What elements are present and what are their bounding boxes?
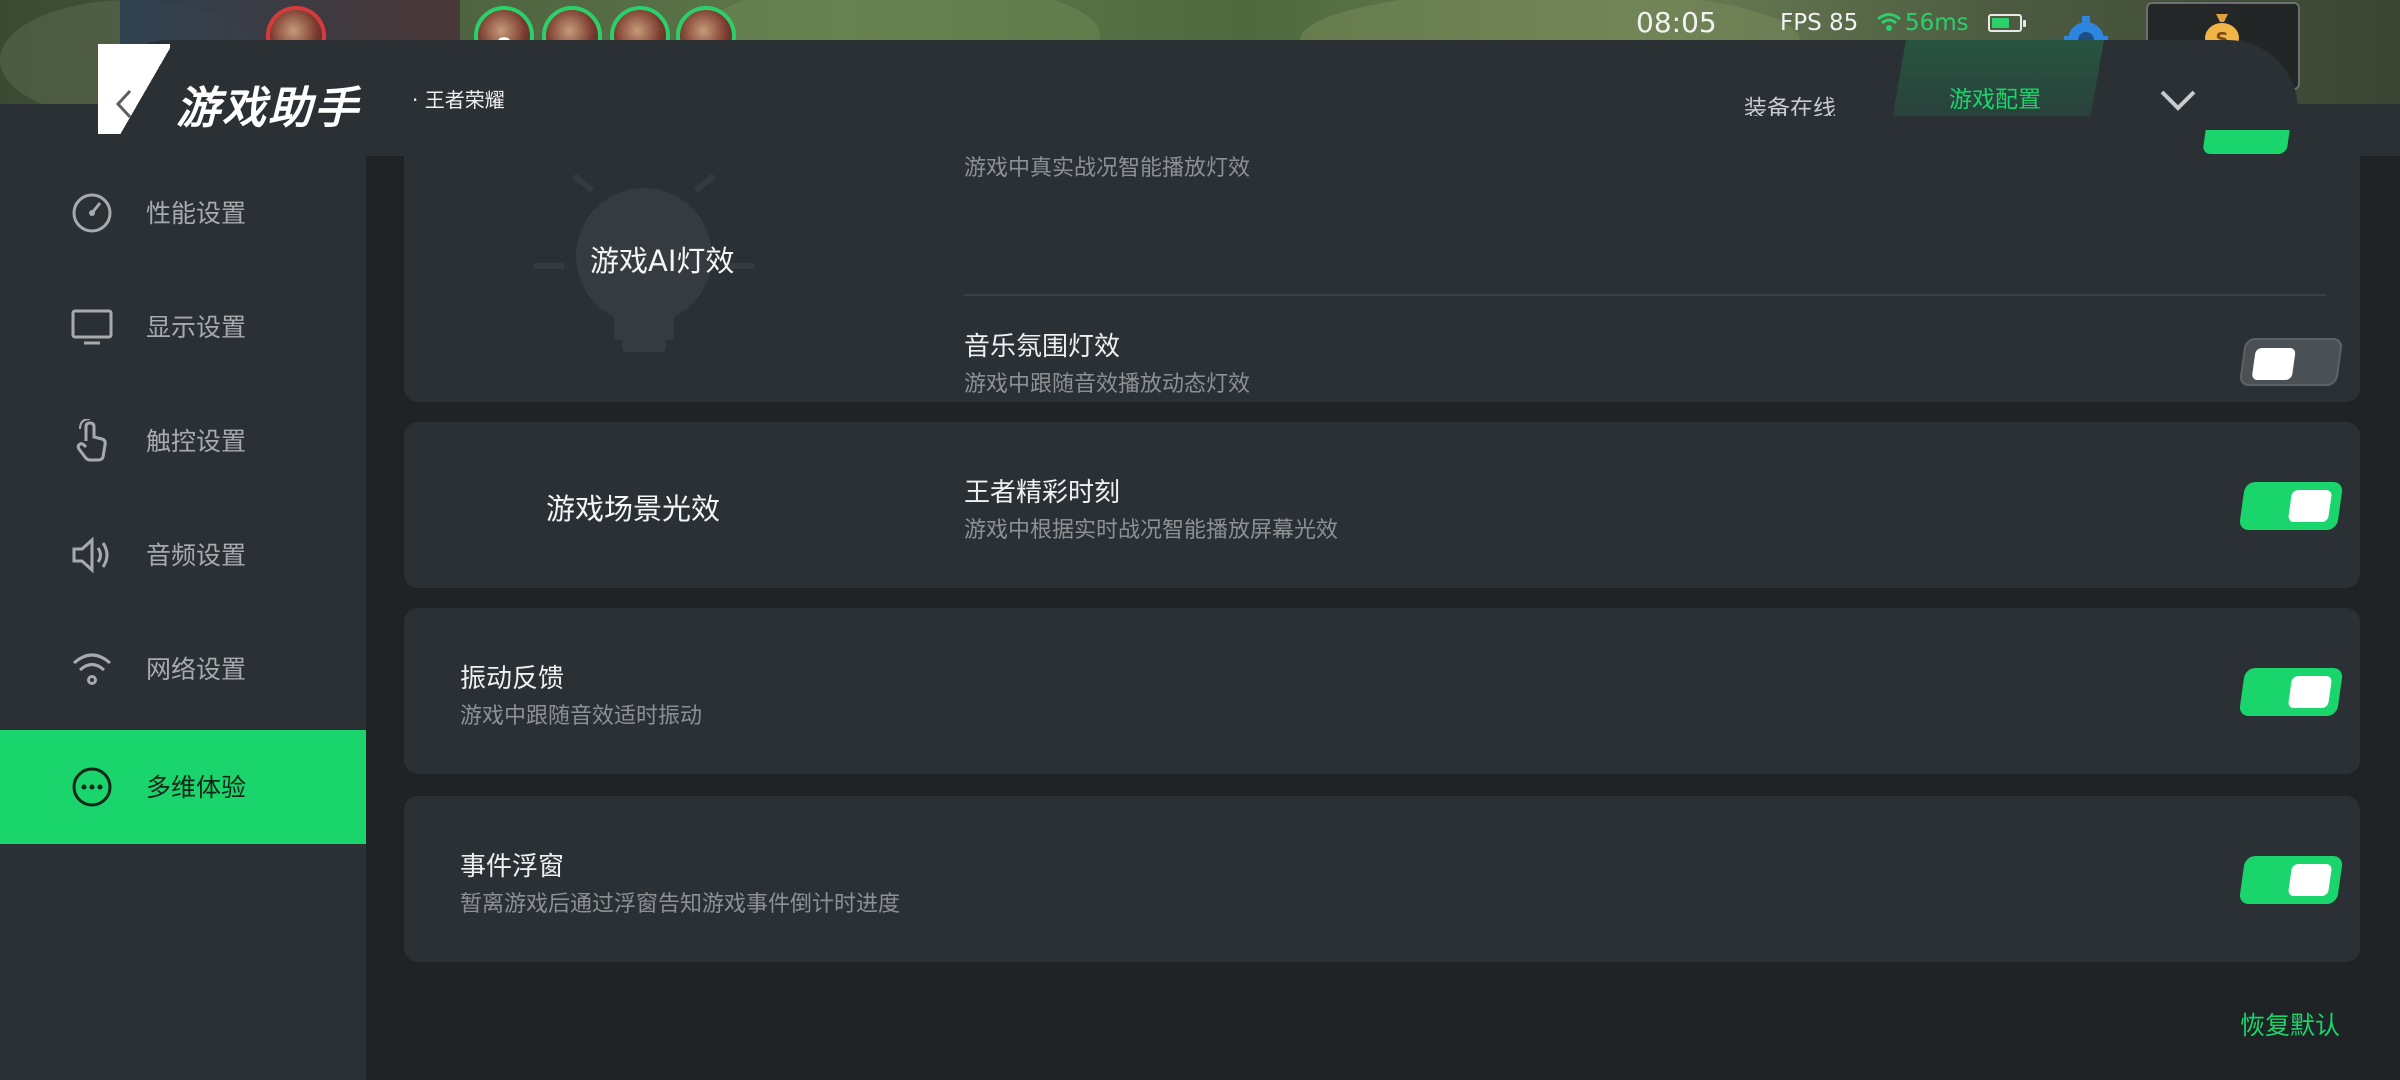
wifi-icon (73, 653, 111, 685)
highlight-moment-toggle[interactable] (2238, 482, 2344, 530)
card-vibration: 振动反馈 游戏中跟随音效适时振动 (404, 608, 2360, 774)
option-description: 游戏中跟随音效适时振动 (460, 704, 703, 729)
option-title: 事件浮窗 (460, 852, 565, 882)
speaker-icon (72, 536, 109, 574)
sidebar-item-multi-experience[interactable]: 多维体验 (0, 730, 366, 844)
option-title: 振动反馈 (460, 664, 565, 694)
settings-content: 游戏AI灯效 游戏中真实战况智能播放灯效 音乐氛围灯效 游戏中跟随音效播放动态灯… (366, 116, 2400, 1080)
restore-default-button[interactable]: 恢复默认 (2240, 1006, 2340, 1042)
sidebar-item-audio[interactable]: 音频设置 (0, 498, 366, 612)
card-event-window: 事件浮窗 暂离游戏后通过浮窗告知游戏事件倒计时进度 (404, 796, 2360, 962)
settings-sidebar: 性能设置 显示设置 触控设置 音频设置 网络设置 多维体验 (0, 156, 366, 1080)
divider (964, 294, 2326, 296)
card-title: 游戏AI灯效 (590, 244, 735, 278)
screen: 8 08:05 FPS 85 56ms S 153 游戏助手 · 王者荣耀 装备… (0, 0, 2400, 1080)
speedometer-icon (72, 193, 112, 233)
back-button[interactable] (96, 74, 152, 134)
option-description: 游戏中真实战况智能播放灯效 (964, 156, 1251, 181)
fps-readout: FPS 85 (1780, 10, 1859, 36)
card-ai-light: 游戏AI灯效 游戏中真实战况智能播放灯效 音乐氛围灯效 游戏中跟随音效播放动态灯… (404, 116, 2360, 402)
option-description: 游戏中根据实时战况智能播放屏幕光效 (964, 518, 1339, 543)
touch-icon (76, 419, 107, 462)
sidebar-item-performance[interactable]: 性能设置 (0, 156, 366, 270)
battery-icon (1988, 14, 2026, 32)
wifi-signal-icon (1877, 13, 1901, 31)
ai-light-toggle[interactable] (2202, 130, 2290, 154)
option-title: 王者精彩时刻 (964, 478, 1121, 508)
event-window-toggle[interactable] (2238, 856, 2344, 904)
card-scene-light: 游戏场景光效 王者精彩时刻 游戏中根据实时战况智能播放屏幕光效 (404, 422, 2360, 588)
sidebar-item-label: 网络设置 (146, 655, 247, 684)
chevron-down-icon (2160, 90, 2196, 111)
option-description: 暂离游戏后通过浮窗告知游戏事件倒计时进度 (460, 892, 901, 917)
option-description: 游戏中跟随音效播放动态灯效 (964, 372, 1251, 397)
ping-readout: 56ms (1905, 10, 1969, 36)
app-title: 游戏助手 (176, 83, 360, 134)
game-name: · 王者荣耀 (412, 88, 505, 112)
music-light-toggle[interactable] (2238, 338, 2344, 386)
sidebar-item-label: 触控设置 (146, 427, 247, 456)
sidebar-item-label: 音频设置 (146, 541, 247, 570)
card-title: 游戏场景光效 (546, 492, 721, 526)
sidebar-item-label: 显示设置 (146, 313, 247, 342)
sidebar-item-display[interactable]: 显示设置 (0, 270, 366, 384)
sidebar-item-touch[interactable]: 触控设置 (0, 384, 366, 498)
more-icon (72, 767, 112, 807)
sidebar-item-network[interactable]: 网络设置 (0, 612, 366, 726)
sidebar-item-label: 性能设置 (146, 199, 247, 228)
chevron-left-icon (115, 89, 132, 119)
vibration-toggle[interactable] (2238, 668, 2344, 716)
option-title: 音乐氛围灯效 (964, 332, 1121, 362)
monitor-icon (71, 309, 113, 345)
sidebar-item-label: 多维体验 (146, 773, 247, 802)
clock: 08:05 (1636, 6, 1717, 39)
